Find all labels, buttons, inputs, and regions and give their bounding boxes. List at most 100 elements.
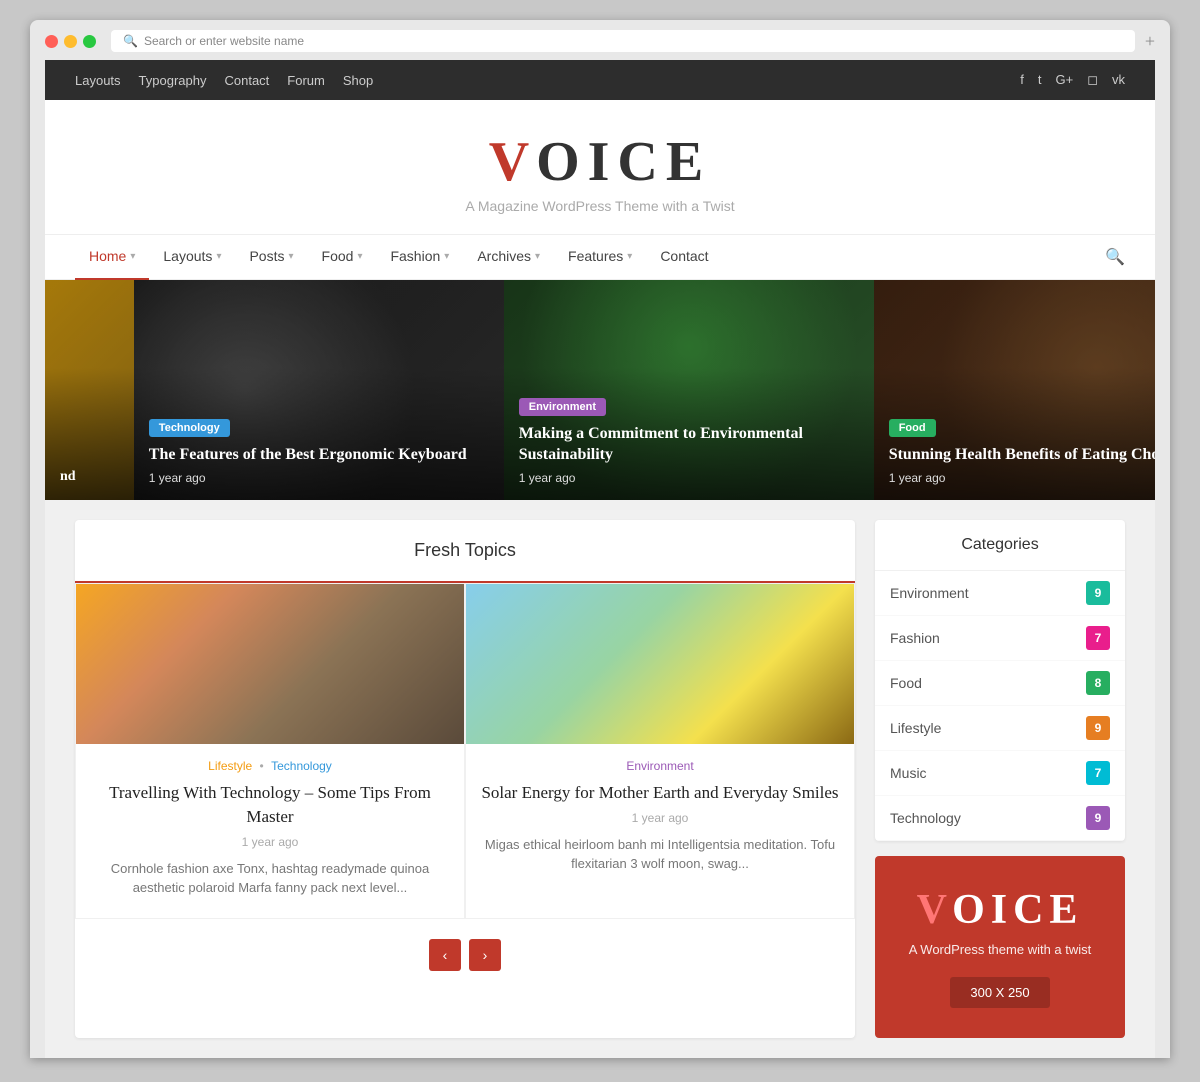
nav-link-typography[interactable]: Typography — [139, 73, 207, 88]
category-count: 9 — [1086, 716, 1110, 740]
facebook-icon[interactable]: f — [1020, 72, 1024, 88]
prev-page-button[interactable]: ‹ — [429, 939, 461, 971]
articles-grid: Lifestyle • Technology Travelling With T… — [75, 583, 855, 919]
category-technology[interactable]: Technology — [271, 759, 332, 773]
chevron-down-icon: ▾ — [535, 251, 540, 262]
slide-2-badge: Environment — [519, 398, 606, 416]
nav-archives[interactable]: Archives ▾ — [463, 234, 554, 280]
slide-1-meta: 1 year ago — [149, 471, 467, 485]
logo-v: V — [489, 131, 536, 193]
category-name: Technology — [890, 810, 961, 826]
ad-logo: VOICE — [895, 886, 1105, 934]
slide-2-meta: 1 year ago — [519, 471, 859, 485]
ad-logo-v: V — [917, 887, 953, 933]
sidebar: Categories Environment 9 Fashion 7 Food — [875, 520, 1125, 1038]
nav-link-forum[interactable]: Forum — [287, 73, 325, 88]
article-1-excerpt: Cornhole fashion axe Tonx, hashtag ready… — [76, 859, 464, 898]
browser-titlebar: 🔍 Search or enter website name + — [45, 30, 1155, 52]
googleplus-icon[interactable]: G+ — [1055, 72, 1073, 88]
nav-layouts[interactable]: Layouts ▾ — [149, 234, 235, 280]
category-name: Environment — [890, 585, 969, 601]
nav-link-contact[interactable]: Contact — [224, 73, 269, 88]
twitter-icon[interactable]: t — [1038, 72, 1042, 88]
category-count: 7 — [1086, 761, 1110, 785]
new-tab-button[interactable]: + — [1145, 32, 1155, 50]
main-nav: Home ▾ Layouts ▾ Posts ▾ Food ▾ Fashion … — [45, 234, 1155, 280]
maximize-dot[interactable] — [83, 35, 96, 48]
category-count: 7 — [1086, 626, 1110, 650]
nav-home[interactable]: Home ▾ — [75, 234, 149, 280]
category-item-food[interactable]: Food 8 — [875, 661, 1125, 706]
site-tagline: A Magazine WordPress Theme with a Twist — [65, 198, 1135, 214]
category-item-music[interactable]: Music 7 — [875, 751, 1125, 796]
instagram-icon[interactable]: ◻ — [1087, 72, 1098, 88]
article-1-categories: Lifestyle • Technology — [76, 759, 464, 773]
logo-rest: OICE — [536, 131, 711, 193]
ad-widget[interactable]: VOICE A WordPress theme with a twist 300… — [875, 856, 1125, 1038]
close-dot[interactable] — [45, 35, 58, 48]
chevron-down-icon: ▾ — [130, 251, 135, 262]
slide-3-badge: Food — [889, 419, 936, 437]
search-icon: 🔍 — [123, 34, 138, 48]
search-icon[interactable]: 🔍 — [1105, 247, 1125, 267]
nav-link-layouts[interactable]: Layouts — [75, 73, 121, 88]
hero-slider: nd Technology The Features of the Best E… — [45, 280, 1155, 500]
extra-left-text: nd — [60, 469, 76, 485]
chevron-down-icon: ▾ — [357, 251, 362, 262]
category-list: Environment 9 Fashion 7 Food 8 Lifesty — [875, 571, 1125, 841]
next-page-button[interactable]: › — [469, 939, 501, 971]
hero-slide-extra-left[interactable]: nd — [45, 280, 134, 500]
vk-icon[interactable]: vk — [1112, 72, 1125, 88]
nav-posts[interactable]: Posts ▾ — [235, 234, 307, 280]
address-bar[interactable]: 🔍 Search or enter website name — [111, 30, 1135, 52]
pagination: ‹ › — [75, 919, 855, 991]
article-1-title[interactable]: Travelling With Technology – Some Tips F… — [76, 781, 464, 829]
hero-slide-1[interactable]: Technology The Features of the Best Ergo… — [134, 280, 504, 500]
slide-1-title: The Features of the Best Ergonomic Keybo… — [149, 445, 467, 466]
article-2-categories: Environment — [466, 759, 854, 773]
nav-link-shop[interactable]: Shop — [343, 73, 373, 88]
browser-dots — [45, 35, 96, 48]
website-content: Layouts Typography Contact Forum Shop f … — [45, 60, 1155, 1058]
category-name: Lifestyle — [890, 720, 941, 736]
article-card-2: Environment Solar Energy for Mother Eart… — [465, 583, 855, 919]
site-logo[interactable]: VOICE — [65, 130, 1135, 194]
category-count: 9 — [1086, 581, 1110, 605]
slide-2-title: Making a Commitment to Environmental Sus… — [519, 424, 859, 466]
categories-title: Categories — [875, 520, 1125, 571]
category-item-technology[interactable]: Technology 9 — [875, 796, 1125, 841]
article-2-excerpt: Migas ethical heirloom banh mi Intellige… — [466, 835, 854, 874]
nav-contact[interactable]: Contact — [646, 234, 722, 280]
chevron-down-icon: ▾ — [627, 251, 632, 262]
article-image-1[interactable] — [76, 584, 464, 744]
fresh-topics-widget: Fresh Topics Lifestyle • Technology Trav… — [75, 520, 855, 1038]
article-2-title[interactable]: Solar Energy for Mother Earth and Everyd… — [466, 781, 854, 805]
category-item-lifestyle[interactable]: Lifestyle 9 — [875, 706, 1125, 751]
category-item-environment[interactable]: Environment 9 — [875, 571, 1125, 616]
article-2-date: 1 year ago — [466, 811, 854, 825]
minimize-dot[interactable] — [64, 35, 77, 48]
ad-tagline: A WordPress theme with a twist — [895, 942, 1105, 957]
ad-logo-rest: OICE — [952, 887, 1083, 933]
nav-features[interactable]: Features ▾ — [554, 234, 646, 280]
slide-1-badge: Technology — [149, 419, 230, 437]
nav-food[interactable]: Food ▾ — [308, 234, 377, 280]
category-item-fashion[interactable]: Fashion 7 — [875, 616, 1125, 661]
article-image-2[interactable] — [466, 584, 854, 744]
category-count: 8 — [1086, 671, 1110, 695]
category-lifestyle[interactable]: Lifestyle — [208, 759, 252, 773]
site-header: VOICE A Magazine WordPress Theme with a … — [45, 100, 1155, 234]
category-count: 9 — [1086, 806, 1110, 830]
ad-size: 300 X 250 — [950, 977, 1049, 1008]
article-card-1: Lifestyle • Technology Travelling With T… — [75, 583, 465, 919]
category-environment[interactable]: Environment — [626, 759, 693, 773]
nav-fashion[interactable]: Fashion ▾ — [376, 234, 463, 280]
hero-slide-2[interactable]: Environment Making a Commitment to Envir… — [504, 280, 874, 500]
chevron-down-icon: ▾ — [288, 251, 293, 262]
fresh-topics-title: Fresh Topics — [75, 520, 855, 583]
chevron-down-icon: ▾ — [444, 251, 449, 262]
chevron-down-icon: ▾ — [216, 251, 221, 262]
hero-slide-3[interactable]: Food Stunning Health Benefits of Eating … — [874, 280, 1155, 500]
address-text: Search or enter website name — [144, 34, 304, 48]
slide-3-meta: 1 year ago — [889, 471, 1155, 485]
